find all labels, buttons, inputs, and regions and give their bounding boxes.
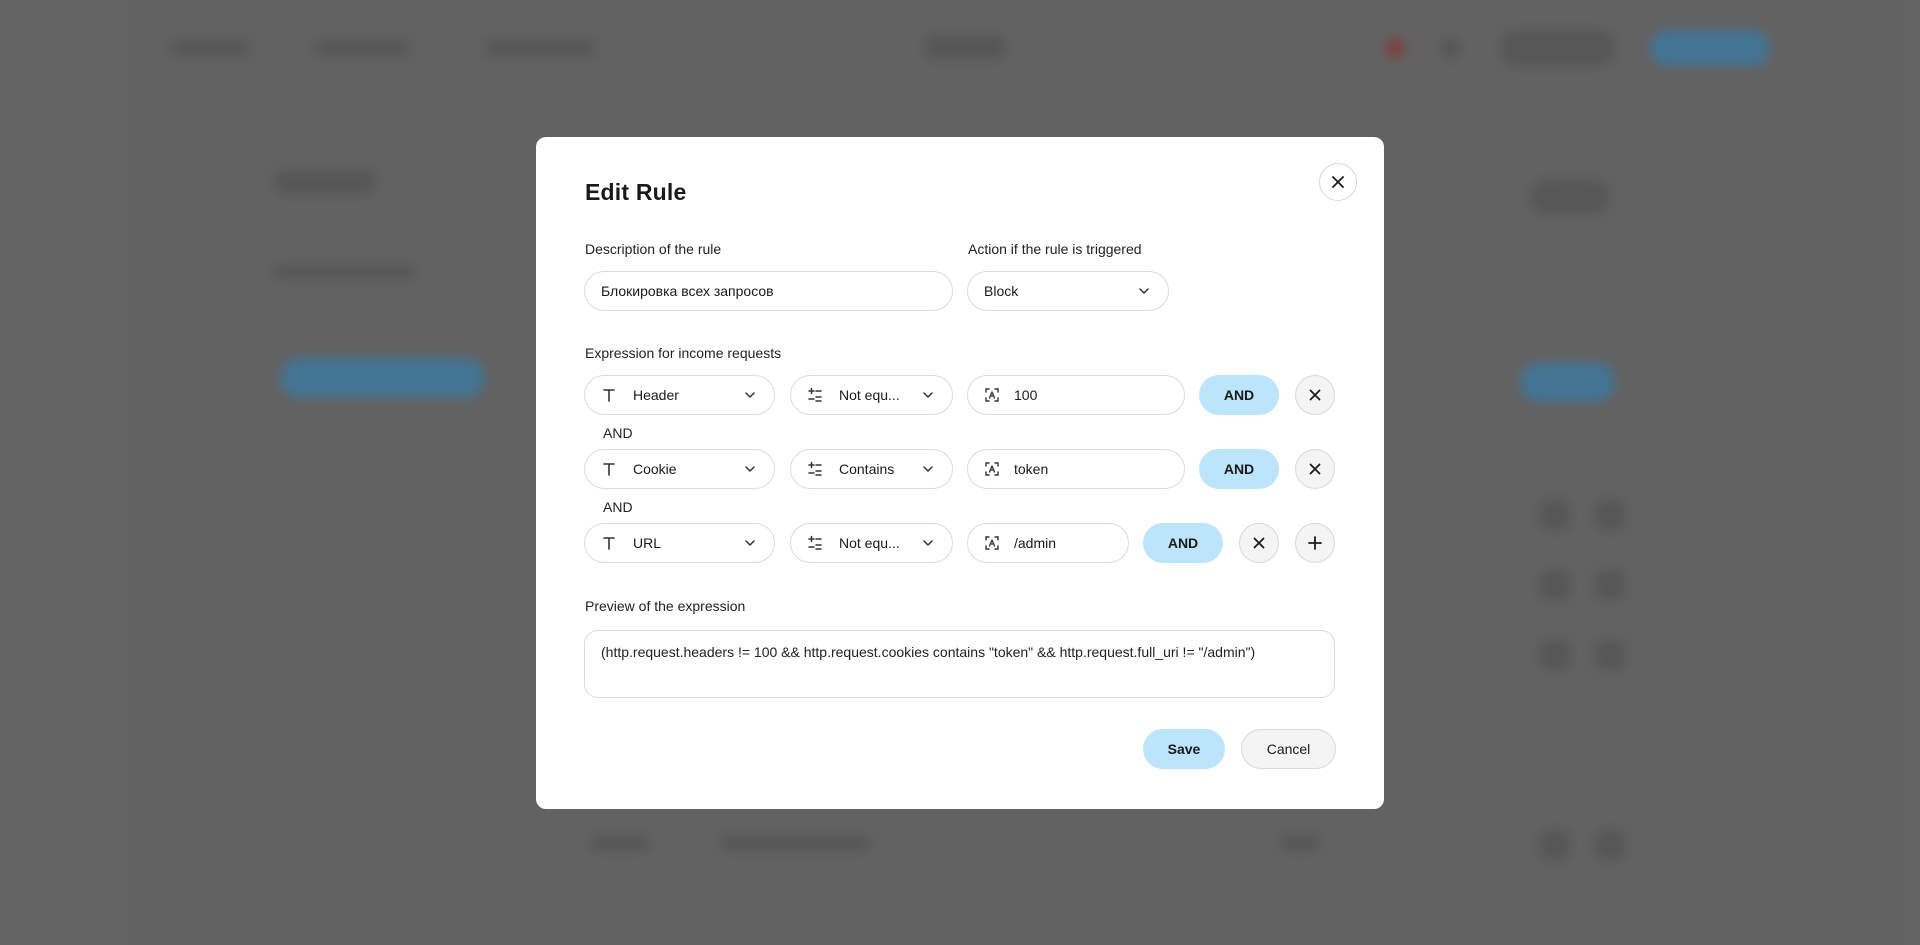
condition-value: 100 xyxy=(1014,387,1038,403)
operator-icon xyxy=(808,387,822,402)
and-button[interactable]: AND xyxy=(1199,449,1279,489)
chevron-down-icon xyxy=(923,392,933,398)
operator-icon xyxy=(808,535,822,550)
operator-icon xyxy=(808,461,822,476)
condition-value: token xyxy=(1014,461,1049,477)
condition-operator-select[interactable]: Contains xyxy=(790,449,953,489)
condition-field-select[interactable]: Header xyxy=(584,375,775,415)
action-label: Action if the rule is triggered xyxy=(968,241,1142,257)
condition-field-value: Header xyxy=(633,387,679,403)
condition-operator-value: Not equ... xyxy=(839,535,900,551)
condition-operator-select[interactable]: Not equ... xyxy=(790,375,953,415)
value-icon xyxy=(985,388,999,402)
condition-value-input[interactable]: 100 xyxy=(967,375,1185,415)
text-type-icon xyxy=(603,389,615,402)
condition-operator-select[interactable]: Not equ... xyxy=(790,523,953,563)
text-type-icon xyxy=(603,463,615,476)
connector-label: AND xyxy=(603,425,633,441)
remove-condition-button[interactable] xyxy=(1295,375,1335,415)
chevron-down-icon xyxy=(745,466,755,472)
value-icon xyxy=(985,536,999,550)
remove-icon xyxy=(1253,537,1265,549)
condition-field-value: Cookie xyxy=(633,461,677,477)
condition-field-select[interactable]: Cookie xyxy=(584,449,775,489)
condition-field-select[interactable]: URL xyxy=(584,523,775,563)
expression-label: Expression for income requests xyxy=(585,345,782,361)
condition-operator-value: Not equ... xyxy=(839,387,900,403)
action-value: Block xyxy=(984,283,1019,299)
remove-condition-button[interactable] xyxy=(1239,523,1279,563)
condition-value-input[interactable]: /admin xyxy=(967,523,1129,563)
remove-condition-button[interactable] xyxy=(1295,449,1335,489)
condition-operator-value: Contains xyxy=(839,461,895,477)
remove-icon xyxy=(1309,389,1321,401)
chevron-down-icon xyxy=(923,466,933,472)
text-type-icon xyxy=(603,537,615,550)
condition-field-value: URL xyxy=(633,535,662,551)
chevron-down-icon xyxy=(745,392,755,398)
close-icon xyxy=(1332,176,1344,188)
action-select[interactable]: Block xyxy=(967,271,1169,311)
description-label: Description of the rule xyxy=(585,241,722,257)
save-button[interactable]: Save xyxy=(1143,729,1225,769)
value-icon xyxy=(985,462,999,476)
expression-preview: (http.request.headers != 100 && http.req… xyxy=(584,630,1335,698)
description-value: Блокировка всех запросов xyxy=(601,283,774,299)
add-condition-button[interactable] xyxy=(1295,523,1335,563)
and-button[interactable]: AND xyxy=(1199,375,1279,415)
chevron-down-icon xyxy=(923,540,933,546)
close-button[interactable] xyxy=(1319,163,1357,201)
dialog-title: Edit Rule xyxy=(585,179,687,205)
edit-rule-dialog: Edit Rule Description of the rule Action… xyxy=(536,137,1384,809)
remove-icon xyxy=(1309,463,1321,475)
condition-value-input[interactable]: token xyxy=(967,449,1185,489)
description-input[interactable]: Блокировка всех запросов xyxy=(584,271,953,311)
and-button[interactable]: AND xyxy=(1143,523,1223,563)
preview-label: Preview of the expression xyxy=(585,598,746,614)
cancel-button[interactable]: Cancel xyxy=(1241,729,1336,769)
chevron-down-icon xyxy=(745,540,755,546)
plus-icon xyxy=(1308,536,1322,550)
chevron-down-icon xyxy=(1139,288,1149,294)
condition-value: /admin xyxy=(1014,535,1057,551)
connector-label: AND xyxy=(603,499,633,515)
